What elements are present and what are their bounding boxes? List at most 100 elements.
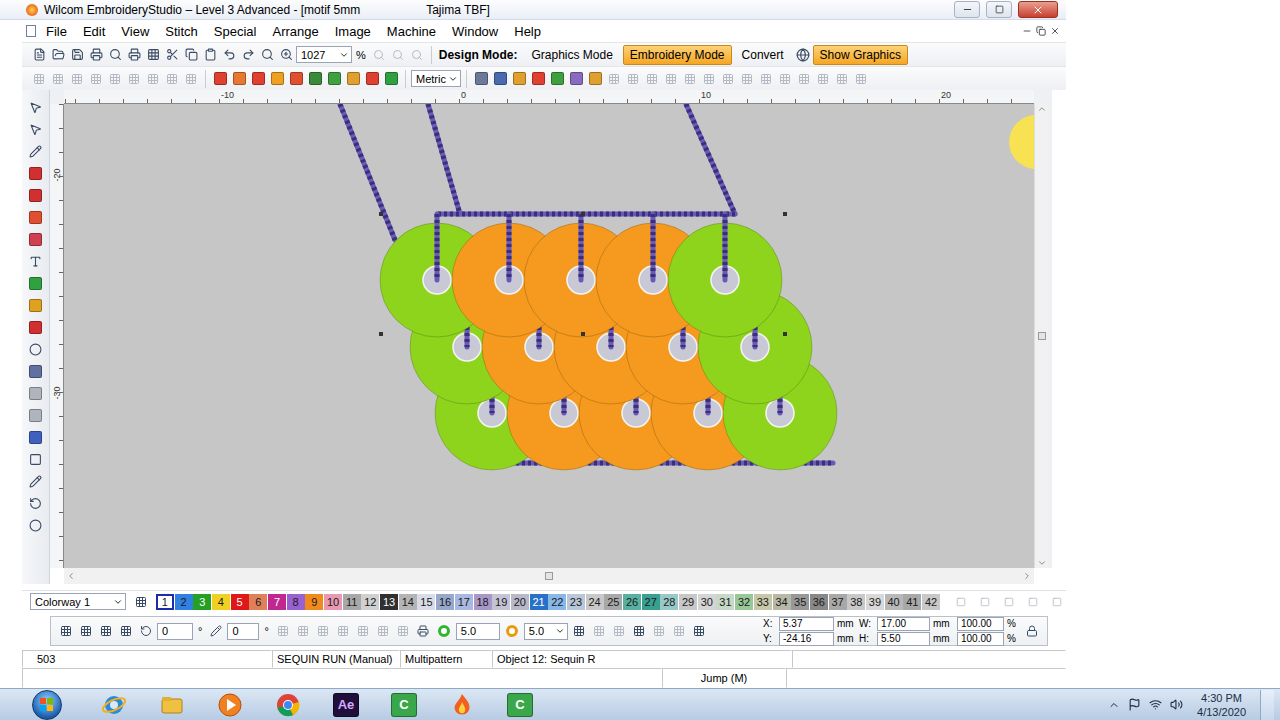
- toolbar-button[interactable]: [87, 46, 105, 64]
- toolbox-button[interactable]: [27, 384, 45, 402]
- menu-item[interactable]: Special: [206, 22, 265, 41]
- toolbar-button[interactable]: [757, 70, 775, 88]
- network-icon[interactable]: [1149, 698, 1162, 711]
- volume-icon[interactable]: [1170, 698, 1183, 711]
- toolbox-button[interactable]: [27, 98, 45, 116]
- taskbar-app[interactable]: [86, 690, 142, 720]
- toolbar-button[interactable]: [306, 70, 324, 88]
- toolbar-button[interactable]: [700, 70, 718, 88]
- color-swatch[interactable]: 16: [436, 594, 454, 610]
- taskbar-app[interactable]: [202, 690, 258, 720]
- color-swatch[interactable]: 24: [586, 594, 604, 610]
- toolbar-button[interactable]: [87, 70, 105, 88]
- toolbar-button[interactable]: [624, 70, 642, 88]
- toolbar-button[interactable]: [344, 70, 362, 88]
- toolbar-button[interactable]: [30, 70, 48, 88]
- show-graphics-button[interactable]: Show Graphics: [813, 45, 908, 65]
- toolbar-button[interactable]: [287, 70, 305, 88]
- color-swatch[interactable]: 8: [287, 594, 305, 610]
- toolbar-button[interactable]: [529, 70, 547, 88]
- menu-item[interactable]: Window: [444, 22, 506, 41]
- clock[interactable]: 4:30 PM4/13/2020: [1191, 691, 1252, 719]
- convert-button[interactable]: Convert: [735, 45, 791, 65]
- color-swatch[interactable]: 23: [567, 594, 585, 610]
- toolbox-button[interactable]: [27, 164, 45, 182]
- toolbar-button[interactable]: [117, 622, 135, 640]
- toolbar-button[interactable]: [690, 622, 708, 640]
- selection-handle[interactable]: [581, 332, 585, 336]
- palette-tool-button[interactable]: [1024, 593, 1042, 611]
- toolbar-button[interactable]: [643, 70, 661, 88]
- toolbox-button[interactable]: [27, 230, 45, 248]
- minimize-button[interactable]: [954, 1, 980, 18]
- color-swatch[interactable]: 28: [660, 594, 678, 610]
- color-swatch[interactable]: 39: [866, 594, 884, 610]
- color-swatch[interactable]: 33: [754, 594, 772, 610]
- toolbar-button[interactable]: [738, 70, 756, 88]
- scale-field[interactable]: 100.00: [957, 617, 1004, 631]
- toolbar-button[interactable]: [239, 46, 257, 64]
- toolbar-button[interactable]: [49, 46, 67, 64]
- toolbar-button[interactable]: [106, 46, 124, 64]
- skew-field[interactable]: 0: [227, 623, 259, 640]
- close-button[interactable]: [1018, 1, 1058, 18]
- title-bar[interactable]: Wilcom EmbroideryStudio – Level 3 Advanc…: [0, 0, 1066, 20]
- color-swatch[interactable]: 42: [922, 594, 940, 610]
- toolbar-button[interactable]: [354, 622, 372, 640]
- toolbox-button[interactable]: [27, 274, 45, 292]
- color-swatch[interactable]: 21: [530, 594, 548, 610]
- color-swatch[interactable]: 36: [810, 594, 828, 610]
- palette-tool-button[interactable]: [952, 593, 970, 611]
- scale-field[interactable]: 100.00: [957, 632, 1004, 646]
- toolbar-button[interactable]: [374, 622, 392, 640]
- toolbar-button[interactable]: [125, 46, 143, 64]
- palette-tool-button[interactable]: [1048, 593, 1066, 611]
- color-swatch[interactable]: 18: [474, 594, 492, 610]
- toolbox-button[interactable]: [27, 406, 45, 424]
- color-swatch[interactable]: 19: [492, 594, 510, 610]
- menu-item[interactable]: Edit: [75, 22, 113, 41]
- toolbar-button[interactable]: [408, 46, 426, 64]
- color-swatch[interactable]: 14: [399, 594, 417, 610]
- toolbox-button[interactable]: [27, 362, 45, 380]
- toolbar-button[interactable]: [650, 622, 668, 640]
- menu-item[interactable]: Machine: [379, 22, 444, 41]
- color-swatch[interactable]: 1: [156, 594, 174, 610]
- color-swatch[interactable]: 15: [417, 594, 435, 610]
- color-swatch[interactable]: 35: [791, 594, 809, 610]
- color-swatch[interactable]: 11: [343, 594, 361, 610]
- color-swatch[interactable]: 13: [380, 594, 398, 610]
- toolbar-button[interactable]: [382, 70, 400, 88]
- toolbar-button[interactable]: [49, 70, 67, 88]
- toolbar-button[interactable]: [662, 70, 680, 88]
- color-swatch[interactable]: 6: [249, 594, 267, 610]
- canvas[interactable]: [64, 104, 1034, 568]
- selection-handle[interactable]: [379, 212, 383, 216]
- toolbar-button[interactable]: [814, 70, 832, 88]
- position-field[interactable]: -24.16: [779, 632, 834, 646]
- toolbar-button[interactable]: [249, 70, 267, 88]
- toolbar-button[interactable]: [182, 70, 200, 88]
- color-swatch[interactable]: 41: [903, 594, 921, 610]
- taskbar-app[interactable]: [260, 690, 316, 720]
- color-swatch[interactable]: 34: [773, 594, 791, 610]
- toolbar-button[interactable]: [57, 622, 75, 640]
- toolbar-button[interactable]: [548, 70, 566, 88]
- color-swatch[interactable]: 20: [511, 594, 529, 610]
- taskbar-app[interactable]: [434, 690, 490, 720]
- toolbar-button[interactable]: [852, 70, 870, 88]
- toolbox-button[interactable]: [27, 494, 45, 512]
- toolbar-button[interactable]: [163, 70, 181, 88]
- doc-minimize-icon[interactable]: [1022, 26, 1032, 36]
- selection-handle[interactable]: [379, 332, 383, 336]
- show-desktop-button[interactable]: [1260, 690, 1274, 720]
- color-swatch[interactable]: 30: [698, 594, 716, 610]
- toolbar-button[interactable]: [325, 70, 343, 88]
- palette-button[interactable]: [132, 593, 150, 611]
- toolbar-button[interactable]: [570, 622, 588, 640]
- skew-button[interactable]: [207, 622, 225, 640]
- toolbar-button[interactable]: [670, 622, 688, 640]
- colorway-select[interactable]: Colorway 1: [30, 593, 126, 610]
- toolbox-button[interactable]: [27, 340, 45, 358]
- sequin-size-field[interactable]: 5.0: [524, 623, 568, 640]
